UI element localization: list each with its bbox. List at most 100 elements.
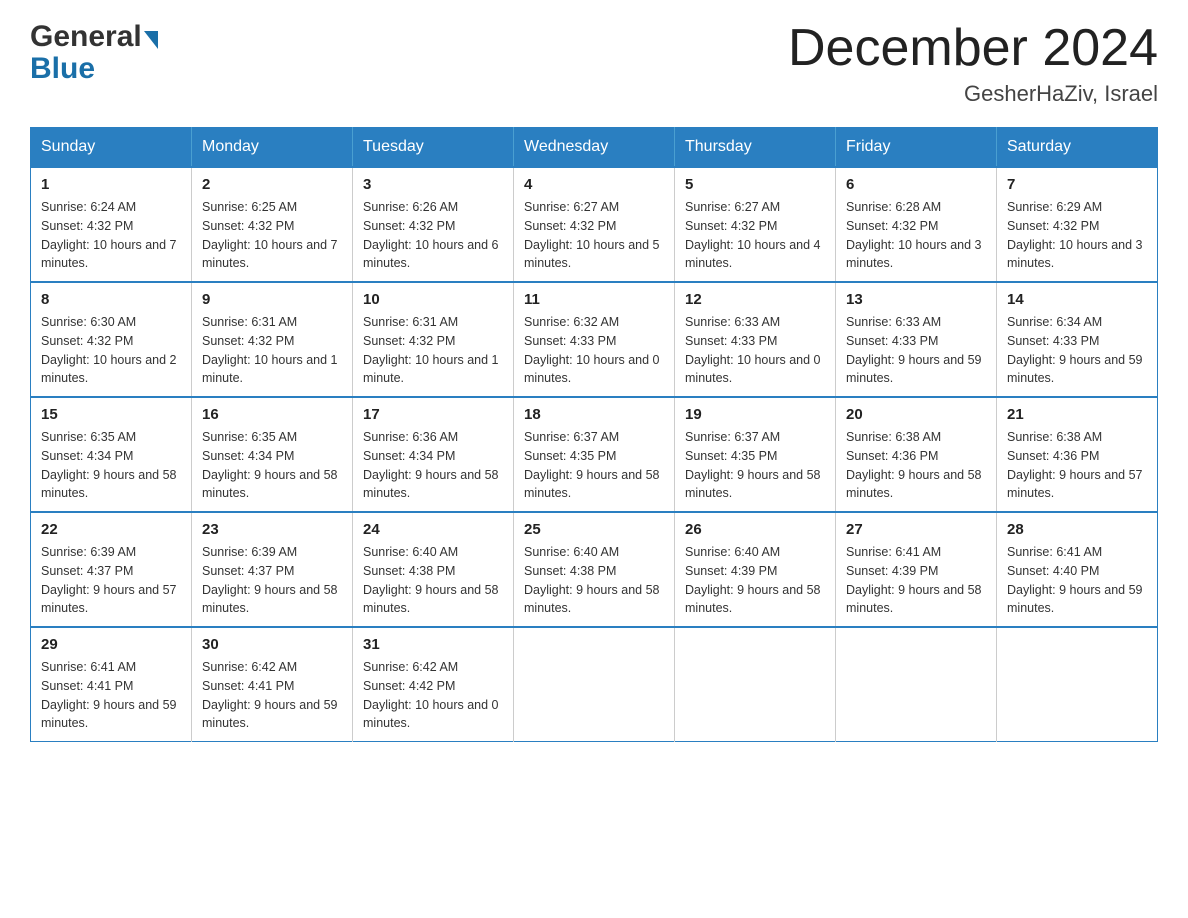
calendar-cell: 31 Sunrise: 6:42 AMSunset: 4:42 PMDaylig… xyxy=(353,627,514,742)
calendar-cell: 8 Sunrise: 6:30 AMSunset: 4:32 PMDayligh… xyxy=(31,282,192,397)
day-number: 31 xyxy=(363,636,503,653)
day-info: Sunrise: 6:25 AMSunset: 4:32 PMDaylight:… xyxy=(202,200,338,270)
calendar-cell: 21 Sunrise: 6:38 AMSunset: 4:36 PMDaylig… xyxy=(997,397,1158,512)
day-info: Sunrise: 6:38 AMSunset: 4:36 PMDaylight:… xyxy=(1007,430,1143,500)
calendar-cell: 15 Sunrise: 6:35 AMSunset: 4:34 PMDaylig… xyxy=(31,397,192,512)
day-info: Sunrise: 6:39 AMSunset: 4:37 PMDaylight:… xyxy=(41,545,177,615)
day-number: 14 xyxy=(1007,291,1147,308)
day-number: 21 xyxy=(1007,406,1147,423)
weekday-header-sunday: Sunday xyxy=(31,128,192,168)
day-info: Sunrise: 6:30 AMSunset: 4:32 PMDaylight:… xyxy=(41,315,177,385)
day-number: 30 xyxy=(202,636,342,653)
calendar-week-row: 29 Sunrise: 6:41 AMSunset: 4:41 PMDaylig… xyxy=(31,627,1158,742)
day-info: Sunrise: 6:37 AMSunset: 4:35 PMDaylight:… xyxy=(685,430,821,500)
calendar-week-row: 8 Sunrise: 6:30 AMSunset: 4:32 PMDayligh… xyxy=(31,282,1158,397)
calendar-cell: 12 Sunrise: 6:33 AMSunset: 4:33 PMDaylig… xyxy=(675,282,836,397)
calendar-cell xyxy=(836,627,997,742)
day-info: Sunrise: 6:40 AMSunset: 4:38 PMDaylight:… xyxy=(524,545,660,615)
calendar-cell: 5 Sunrise: 6:27 AMSunset: 4:32 PMDayligh… xyxy=(675,167,836,282)
weekday-header-row: SundayMondayTuesdayWednesdayThursdayFrid… xyxy=(31,128,1158,168)
calendar-cell: 18 Sunrise: 6:37 AMSunset: 4:35 PMDaylig… xyxy=(514,397,675,512)
calendar-cell: 7 Sunrise: 6:29 AMSunset: 4:32 PMDayligh… xyxy=(997,167,1158,282)
location-title: GesherHaZiv, Israel xyxy=(788,81,1158,107)
calendar-cell: 22 Sunrise: 6:39 AMSunset: 4:37 PMDaylig… xyxy=(31,512,192,627)
calendar-cell: 27 Sunrise: 6:41 AMSunset: 4:39 PMDaylig… xyxy=(836,512,997,627)
day-number: 12 xyxy=(685,291,825,308)
calendar-cell: 23 Sunrise: 6:39 AMSunset: 4:37 PMDaylig… xyxy=(192,512,353,627)
calendar-cell xyxy=(514,627,675,742)
day-number: 22 xyxy=(41,521,181,538)
day-number: 27 xyxy=(846,521,986,538)
day-number: 26 xyxy=(685,521,825,538)
calendar-cell: 28 Sunrise: 6:41 AMSunset: 4:40 PMDaylig… xyxy=(997,512,1158,627)
day-info: Sunrise: 6:35 AMSunset: 4:34 PMDaylight:… xyxy=(202,430,338,500)
day-number: 19 xyxy=(685,406,825,423)
day-info: Sunrise: 6:36 AMSunset: 4:34 PMDaylight:… xyxy=(363,430,499,500)
weekday-header-friday: Friday xyxy=(836,128,997,168)
calendar-cell: 6 Sunrise: 6:28 AMSunset: 4:32 PMDayligh… xyxy=(836,167,997,282)
calendar-cell: 20 Sunrise: 6:38 AMSunset: 4:36 PMDaylig… xyxy=(836,397,997,512)
weekday-header-saturday: Saturday xyxy=(997,128,1158,168)
day-number: 2 xyxy=(202,176,342,193)
day-number: 20 xyxy=(846,406,986,423)
day-info: Sunrise: 6:41 AMSunset: 4:39 PMDaylight:… xyxy=(846,545,982,615)
calendar-cell: 4 Sunrise: 6:27 AMSunset: 4:32 PMDayligh… xyxy=(514,167,675,282)
day-info: Sunrise: 6:38 AMSunset: 4:36 PMDaylight:… xyxy=(846,430,982,500)
day-number: 9 xyxy=(202,291,342,308)
calendar-cell: 3 Sunrise: 6:26 AMSunset: 4:32 PMDayligh… xyxy=(353,167,514,282)
calendar-cell: 14 Sunrise: 6:34 AMSunset: 4:33 PMDaylig… xyxy=(997,282,1158,397)
day-number: 7 xyxy=(1007,176,1147,193)
day-info: Sunrise: 6:41 AMSunset: 4:41 PMDaylight:… xyxy=(41,660,177,730)
day-number: 11 xyxy=(524,291,664,308)
weekday-header-tuesday: Tuesday xyxy=(353,128,514,168)
calendar-cell: 2 Sunrise: 6:25 AMSunset: 4:32 PMDayligh… xyxy=(192,167,353,282)
month-title: December 2024 xyxy=(788,20,1158,77)
day-info: Sunrise: 6:27 AMSunset: 4:32 PMDaylight:… xyxy=(524,200,660,270)
logo-general-text: General xyxy=(30,20,142,54)
day-number: 4 xyxy=(524,176,664,193)
day-info: Sunrise: 6:42 AMSunset: 4:42 PMDaylight:… xyxy=(363,660,499,730)
day-number: 23 xyxy=(202,521,342,538)
day-number: 3 xyxy=(363,176,503,193)
day-number: 15 xyxy=(41,406,181,423)
day-info: Sunrise: 6:40 AMSunset: 4:39 PMDaylight:… xyxy=(685,545,821,615)
day-info: Sunrise: 6:33 AMSunset: 4:33 PMDaylight:… xyxy=(846,315,982,385)
day-info: Sunrise: 6:37 AMSunset: 4:35 PMDaylight:… xyxy=(524,430,660,500)
calendar-cell: 24 Sunrise: 6:40 AMSunset: 4:38 PMDaylig… xyxy=(353,512,514,627)
page-header: General Blue December 2024 GesherHaZiv, … xyxy=(30,20,1158,107)
day-number: 24 xyxy=(363,521,503,538)
day-number: 29 xyxy=(41,636,181,653)
day-number: 17 xyxy=(363,406,503,423)
day-info: Sunrise: 6:35 AMSunset: 4:34 PMDaylight:… xyxy=(41,430,177,500)
day-number: 13 xyxy=(846,291,986,308)
calendar-week-row: 1 Sunrise: 6:24 AMSunset: 4:32 PMDayligh… xyxy=(31,167,1158,282)
calendar-cell: 16 Sunrise: 6:35 AMSunset: 4:34 PMDaylig… xyxy=(192,397,353,512)
weekday-header-wednesday: Wednesday xyxy=(514,128,675,168)
calendar-week-row: 15 Sunrise: 6:35 AMSunset: 4:34 PMDaylig… xyxy=(31,397,1158,512)
calendar-week-row: 22 Sunrise: 6:39 AMSunset: 4:37 PMDaylig… xyxy=(31,512,1158,627)
day-info: Sunrise: 6:39 AMSunset: 4:37 PMDaylight:… xyxy=(202,545,338,615)
day-number: 6 xyxy=(846,176,986,193)
calendar-cell: 29 Sunrise: 6:41 AMSunset: 4:41 PMDaylig… xyxy=(31,627,192,742)
day-number: 18 xyxy=(524,406,664,423)
day-info: Sunrise: 6:26 AMSunset: 4:32 PMDaylight:… xyxy=(363,200,499,270)
day-info: Sunrise: 6:42 AMSunset: 4:41 PMDaylight:… xyxy=(202,660,338,730)
calendar-cell xyxy=(997,627,1158,742)
day-number: 10 xyxy=(363,291,503,308)
calendar-cell: 30 Sunrise: 6:42 AMSunset: 4:41 PMDaylig… xyxy=(192,627,353,742)
day-info: Sunrise: 6:27 AMSunset: 4:32 PMDaylight:… xyxy=(685,200,821,270)
day-info: Sunrise: 6:32 AMSunset: 4:33 PMDaylight:… xyxy=(524,315,660,385)
day-number: 28 xyxy=(1007,521,1147,538)
day-info: Sunrise: 6:31 AMSunset: 4:32 PMDaylight:… xyxy=(363,315,499,385)
day-info: Sunrise: 6:29 AMSunset: 4:32 PMDaylight:… xyxy=(1007,200,1143,270)
logo-blue-text: Blue xyxy=(30,52,95,86)
calendar-cell: 26 Sunrise: 6:40 AMSunset: 4:39 PMDaylig… xyxy=(675,512,836,627)
logo: General Blue xyxy=(30,20,158,86)
weekday-header-monday: Monday xyxy=(192,128,353,168)
calendar-cell xyxy=(675,627,836,742)
day-info: Sunrise: 6:33 AMSunset: 4:33 PMDaylight:… xyxy=(685,315,821,385)
day-number: 1 xyxy=(41,176,181,193)
calendar-cell: 19 Sunrise: 6:37 AMSunset: 4:35 PMDaylig… xyxy=(675,397,836,512)
calendar-cell: 10 Sunrise: 6:31 AMSunset: 4:32 PMDaylig… xyxy=(353,282,514,397)
day-info: Sunrise: 6:24 AMSunset: 4:32 PMDaylight:… xyxy=(41,200,177,270)
